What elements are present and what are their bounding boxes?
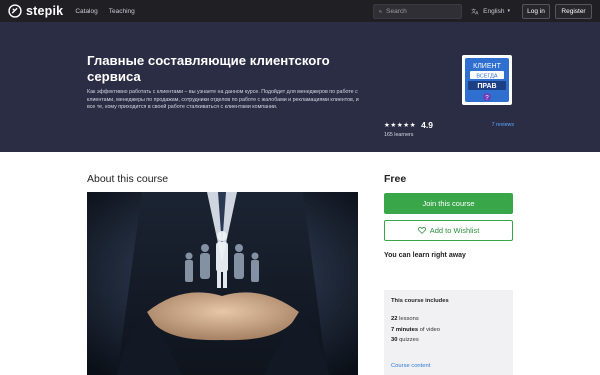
heart-icon [417,227,426,234]
includes-item-lessons: 22 lessons [391,314,506,325]
course-content-link[interactable]: Course content [391,363,430,369]
includes-label: quizzes [399,337,419,343]
rating-row: ★★★★★ 4.9 7 reviews [384,120,514,130]
register-button[interactable]: Register [555,3,592,19]
rating-value: 4.9 [421,120,433,130]
badge-text-always: ВСЕГДА [476,73,497,79]
about-heading: About this course [87,173,169,185]
wishlist-label: Add to Wishlist [429,226,480,235]
learn-now-note: You can learn right away [384,252,466,259]
svg-text:A: A [476,10,479,15]
language-label: English [483,7,505,15]
includes-count: 7 minutes [391,326,419,333]
course-price: Free [384,173,407,185]
translate-icon: 文 A [471,8,479,15]
brand-name: stepik [26,4,64,18]
search-icon [379,9,382,13]
add-to-wishlist-button[interactable]: Add to Wishlist [384,220,513,241]
stepik-logo[interactable]: stepik [8,4,63,18]
search-input[interactable] [386,7,457,15]
includes-count: 30 [391,337,398,343]
includes-item-quizzes: 30 quizzes [391,335,506,346]
stepik-logo-icon [8,4,22,18]
course-title: Главные составляющие клиентского сервиса [87,53,330,84]
includes-count: 22 [391,316,398,322]
includes-item-video: 7 minutes of video [391,325,506,336]
reviews-link[interactable]: 7 reviews [492,122,514,128]
join-course-button[interactable]: Join this course [384,193,513,214]
nav-link-catalog[interactable]: Catalog [75,8,97,15]
course-description: Как эффективно работать с клиентами – вы… [87,89,359,111]
course-hero: Главные составляющие клиентского сервиса… [0,22,600,152]
chevron-down-icon: ▾ [507,8,510,14]
learners-count: 165 learners [384,132,414,138]
includes-label: of video [419,326,440,333]
badge-text-client: КЛИЕНТ [473,63,501,70]
includes-title: This course includes [391,298,449,304]
language-selector[interactable]: 文 A English ▾ [471,8,510,15]
login-button[interactable]: Log in [522,3,550,19]
nav-link-teaching[interactable]: Teaching [109,8,135,15]
rating-stars-icon: ★★★★★ [384,122,417,129]
includes-label: lessons [399,316,419,322]
top-navigation-bar: stepik Catalog Teaching 文 A English ▾ Lo… [0,0,600,22]
course-promo-image [87,192,358,375]
course-cover-badge: КЛИЕНТ ВСЕГДА ПРАВ ? [462,55,512,105]
badge-text-right: ПРАВ [477,83,496,90]
search-box[interactable] [373,3,463,19]
course-includes-card: This course includes 22 lessons 7 minute… [384,290,513,375]
business-hands-illustration [87,192,358,375]
